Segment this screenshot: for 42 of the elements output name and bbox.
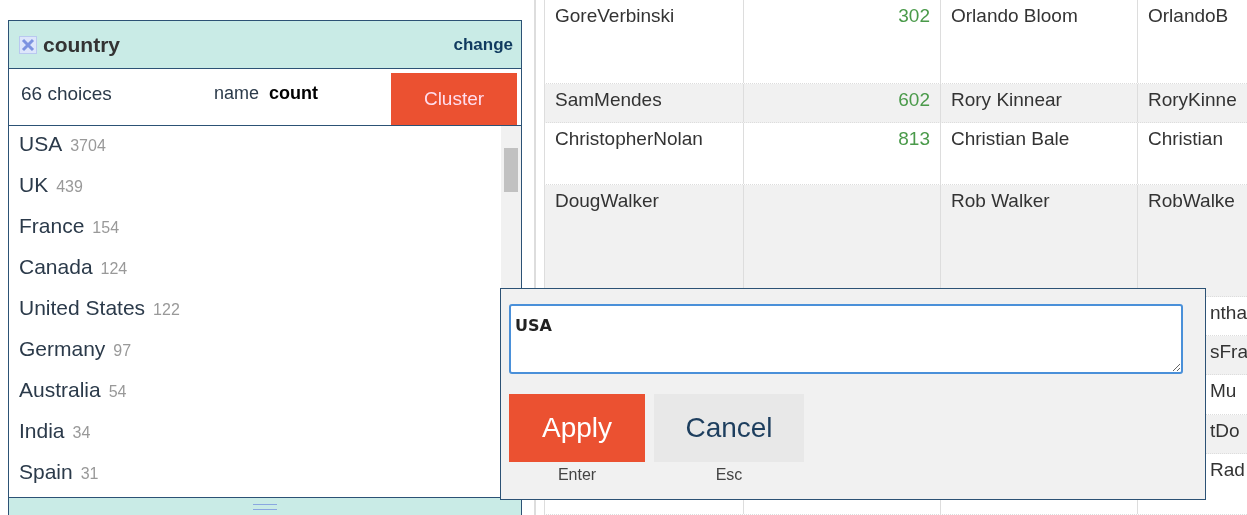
facet-choice[interactable]: Spain: [19, 460, 73, 484]
resize-handle[interactable]: [253, 503, 277, 510]
table-cell: RoryKinne: [1137, 83, 1247, 123]
shortcut-hint: Enter: [557, 466, 597, 484]
facet-choice[interactable]: India: [19, 419, 65, 443]
table-cell: 302: [743, 0, 940, 83]
change-link[interactable]: change: [453, 34, 513, 55]
facet-choice[interactable]: France: [19, 214, 85, 238]
choice-count: 54: [108, 383, 127, 401]
facet-choice[interactable]: USA: [19, 132, 63, 156]
facet-choice[interactable]: Australia: [19, 378, 101, 402]
choice-count: 122: [153, 301, 180, 319]
table-cell: 813: [743, 123, 940, 184]
sort-link[interactable]: count: [269, 83, 319, 104]
choice-count: 124: [100, 260, 128, 278]
choice-count: 97: [113, 342, 132, 360]
table-cell: 602: [743, 83, 940, 123]
value-input[interactable]: USA: [509, 304, 1183, 374]
facet-title: country: [43, 32, 121, 57]
table-cell: ChristopherNolan: [544, 123, 743, 184]
table-cell: SamMendes: [544, 83, 743, 123]
close-icon[interactable]: [19, 35, 37, 54]
choice-count: 31: [80, 465, 99, 483]
apply-button[interactable]: Apply: [509, 394, 645, 462]
table-cell: GoreVerbinski: [544, 0, 743, 83]
choice-count: 34: [72, 424, 91, 442]
choices-count: 66 choices: [21, 83, 113, 105]
facet-choice[interactable]: UK: [19, 173, 49, 197]
table-cell: Rory Kinnear: [940, 83, 1137, 123]
table-cell: OrlandoB: [1137, 0, 1247, 83]
choice-count: 154: [92, 219, 120, 237]
choice-count: 3704: [70, 137, 106, 155]
table-cell: Christian: [1137, 123, 1247, 184]
sort-link[interactable]: name: [214, 83, 260, 104]
shortcut-hint: Esc: [715, 466, 743, 484]
facet-choice[interactable]: Canada: [19, 255, 93, 279]
cancel-button[interactable]: Cancel: [654, 394, 804, 462]
facet-choice[interactable]: Germany: [19, 337, 106, 361]
facet-choice[interactable]: United States: [19, 296, 146, 320]
choice-count: 439: [56, 178, 83, 196]
table-cell: Christian Bale: [940, 123, 1137, 184]
table-cell: Orlando Bloom: [940, 0, 1137, 83]
